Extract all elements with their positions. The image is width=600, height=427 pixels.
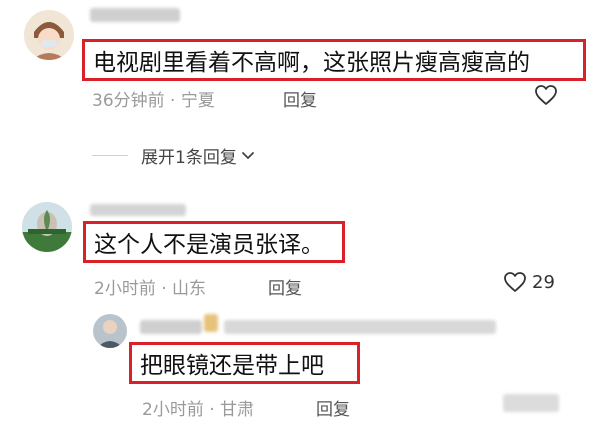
avatar-image xyxy=(24,10,74,60)
avatar[interactable] xyxy=(93,314,127,348)
username-redacted xyxy=(90,204,186,216)
like-button[interactable] xyxy=(534,84,558,106)
like-count-redacted xyxy=(503,394,559,412)
reply-time-location: 2小时前 · 甘肃 xyxy=(142,400,255,420)
avatar-image xyxy=(93,314,127,348)
heart-outline-icon xyxy=(535,85,557,105)
reply-button[interactable]: 回复 xyxy=(316,395,350,420)
reply-text: 把眼镜还是带上吧 xyxy=(129,342,360,384)
reply-button[interactable]: 回复 xyxy=(268,274,302,299)
badge-redacted xyxy=(204,314,218,332)
avatar[interactable] xyxy=(22,202,72,252)
comment-time-location: 36分钟前 · 宁夏 xyxy=(92,91,215,111)
reply-button[interactable]: 回复 xyxy=(283,86,317,111)
username-redacted xyxy=(90,8,180,22)
expand-divider-line xyxy=(92,155,128,156)
chevron-down-icon xyxy=(241,151,254,159)
expand-replies-button[interactable]: 展开1条回复 xyxy=(141,143,255,168)
expand-replies-label: 展开1条回复 xyxy=(141,148,237,168)
like-button[interactable]: 29 xyxy=(503,271,555,293)
username-redacted xyxy=(140,320,202,334)
reply-target-redacted xyxy=(224,320,496,334)
avatar-image xyxy=(22,202,72,252)
heart-outline-icon xyxy=(504,272,526,292)
avatar[interactable] xyxy=(24,10,74,60)
comment-text: 电视剧里看着不高啊，这张照片瘦高瘦高的 xyxy=(82,39,586,81)
comment-text: 这个人不是演员张译。 xyxy=(83,221,345,263)
like-count: 29 xyxy=(532,271,555,293)
comment-time-location: 2小时前 · 山东 xyxy=(94,279,207,299)
